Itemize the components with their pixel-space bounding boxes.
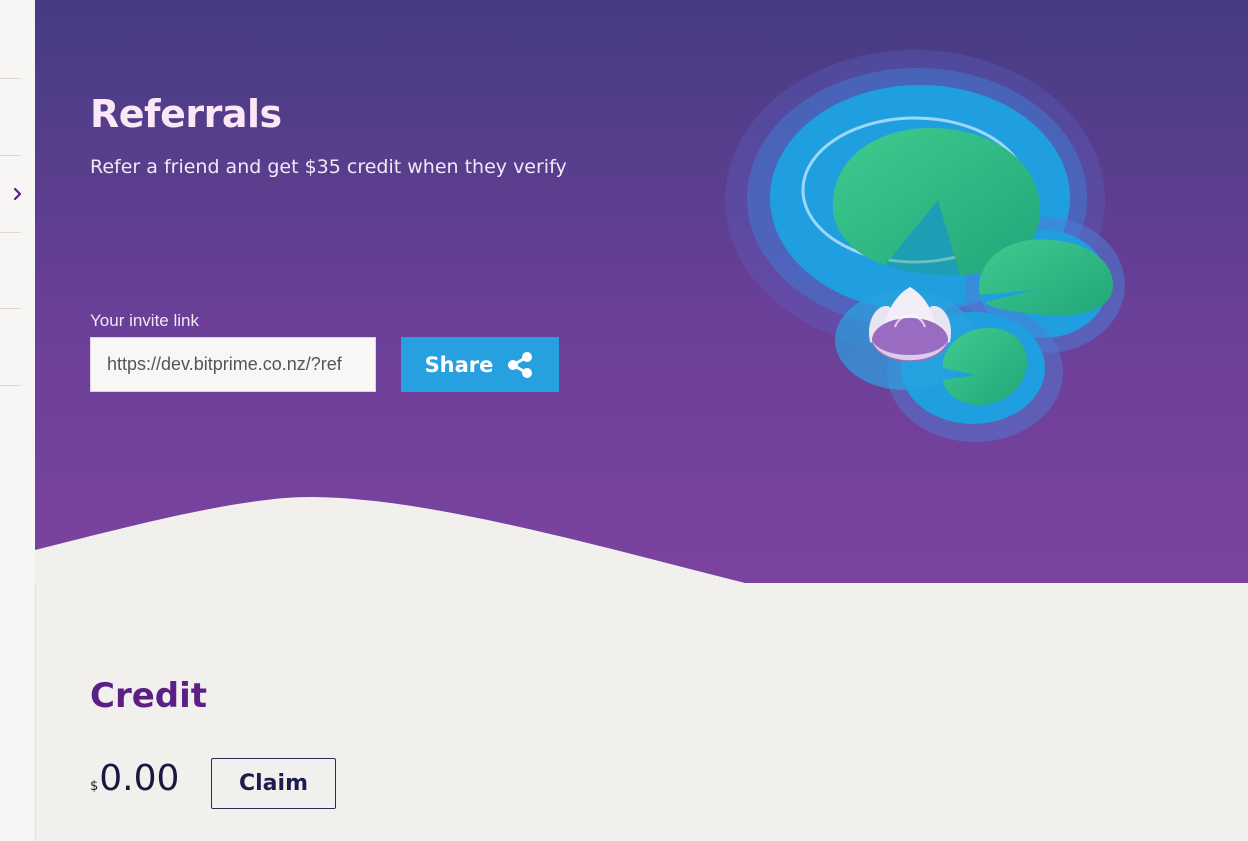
sidebar-divider xyxy=(0,308,21,309)
referrals-hero: Referrals Refer a friend and get $35 cre… xyxy=(35,0,1248,583)
sidebar xyxy=(0,0,36,841)
credit-balance: $ 0.00 xyxy=(90,758,179,799)
page-subtitle: Refer a friend and get $35 credit when t… xyxy=(90,156,567,178)
share-button[interactable]: Share xyxy=(401,337,559,392)
invite-link-label: Your invite link xyxy=(90,311,199,330)
referrals-page: Referrals Refer a friend and get $35 cre… xyxy=(0,0,1248,841)
sidebar-divider xyxy=(0,232,21,233)
claim-button[interactable]: Claim xyxy=(211,758,336,809)
invite-link-input[interactable] xyxy=(90,337,376,392)
credit-heading: Credit xyxy=(90,676,208,716)
share-icon xyxy=(505,350,535,380)
chevron-right-icon xyxy=(13,187,22,201)
credit-amount-value: 0.00 xyxy=(99,758,180,799)
sidebar-divider xyxy=(0,78,21,79)
sidebar-divider xyxy=(0,385,21,386)
page-title: Referrals xyxy=(90,92,282,136)
sidebar-expand-button[interactable] xyxy=(9,183,27,205)
share-button-label: Share xyxy=(424,352,494,377)
currency-symbol: $ xyxy=(90,779,99,794)
lily-pad-lotus-illustration xyxy=(725,50,1125,442)
sidebar-divider xyxy=(0,155,21,156)
